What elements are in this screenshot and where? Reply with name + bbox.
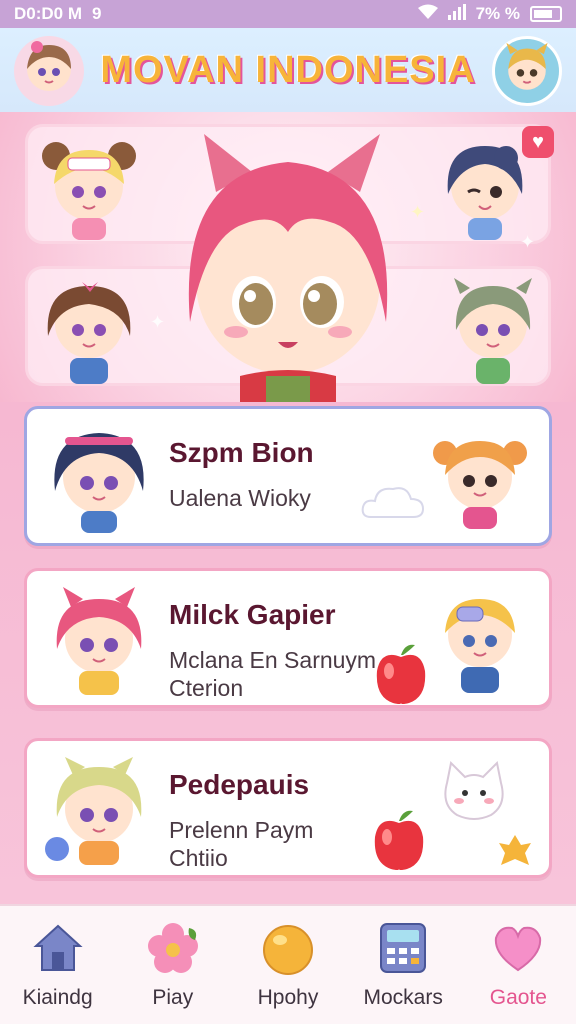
app-title: MOVAN INDONESIA — [100, 48, 476, 91]
list-item-subtitle: Chtiio — [169, 844, 228, 871]
bottom-navigation: Kiaindg Piay Hpohy Mockars Gaote — [0, 904, 576, 1024]
ball-icon — [262, 925, 313, 975]
hero-banner[interactable]: ♥ ✦ ✦ ✦ — [0, 112, 576, 402]
battery-text: 7% % — [475, 4, 520, 23]
house-icon — [33, 924, 83, 971]
heart-icon — [495, 926, 542, 972]
favorite-badge-icon[interactable]: ♥ — [522, 126, 554, 158]
list-item-subtitle: Prelenn Paym — [169, 817, 314, 843]
list-item-subtitle: Mclana En Sarnuym — [169, 647, 377, 673]
app-header: MOVAN INDONESIA — [0, 28, 576, 112]
list-item[interactable]: Pedepauis Prelenn Paym Chtiio — [24, 738, 552, 878]
character-thumbnail — [41, 753, 157, 865]
battery-icon — [530, 6, 562, 22]
featured-character-illustration — [170, 132, 406, 402]
nav-item-home[interactable]: Kiaindg — [3, 920, 113, 1010]
star-icon — [499, 835, 531, 865]
nav-item-label: Mockars — [363, 986, 443, 1009]
cloud-icon — [361, 487, 425, 518]
character-thumbnail — [425, 585, 535, 695]
status-bar: D0:D0 M 9 7% % — [0, 0, 576, 28]
apple-icon — [376, 644, 426, 704]
nav-item-hobby[interactable]: Hpohy — [233, 920, 343, 1010]
nav-item-markets[interactable]: Mockars — [348, 920, 458, 1010]
character-thumbnail — [41, 421, 157, 533]
calculator-icon — [380, 923, 427, 973]
chibi-green-hair-girl-illustration — [438, 272, 548, 388]
list-item-subtitle: Cterion — [169, 674, 244, 701]
list-item-title: Pedepauis — [169, 769, 310, 800]
signal-icon — [447, 3, 466, 25]
chibi-brown-hair-girl-illustration — [34, 272, 144, 388]
list-item-title: Szpm Bion — [169, 437, 314, 468]
flower-icon — [147, 923, 198, 973]
nav-item-favorites[interactable]: Gaote — [463, 920, 573, 1010]
notification-icon: 9 — [92, 4, 102, 23]
wifi-icon — [417, 4, 438, 25]
sparkle-icon: ✦ — [520, 232, 536, 252]
chibi-bear-girl-illustration — [34, 134, 144, 244]
sparkle-icon: ✦ — [410, 202, 426, 222]
character-thumbnail — [425, 423, 535, 533]
apple-icon — [374, 810, 424, 870]
sparkle-icon: ✦ — [150, 312, 166, 332]
nav-item-play[interactable]: Piay — [118, 920, 228, 1010]
list-item[interactable]: Milck Gapier Mclana En Sarnuym Cterion — [24, 568, 552, 708]
nav-item-label: Piay — [152, 986, 194, 1009]
profile-avatar-left[interactable] — [14, 36, 84, 106]
character-thumbnail — [41, 583, 157, 695]
list-item[interactable]: Szpm Bion Ualena Wioky — [24, 406, 552, 546]
list-item-subtitle: Ualena Wioky — [169, 485, 311, 511]
nav-item-label: Gaote — [489, 986, 547, 1009]
cat-icon — [444, 761, 504, 820]
list-item-title: Milck Gapier — [169, 599, 336, 630]
status-time: D0:D0 M — [14, 4, 83, 23]
nav-item-label: Hpohy — [257, 986, 319, 1009]
profile-avatar-right[interactable] — [492, 36, 562, 106]
nav-item-label: Kiaindg — [22, 986, 93, 1009]
